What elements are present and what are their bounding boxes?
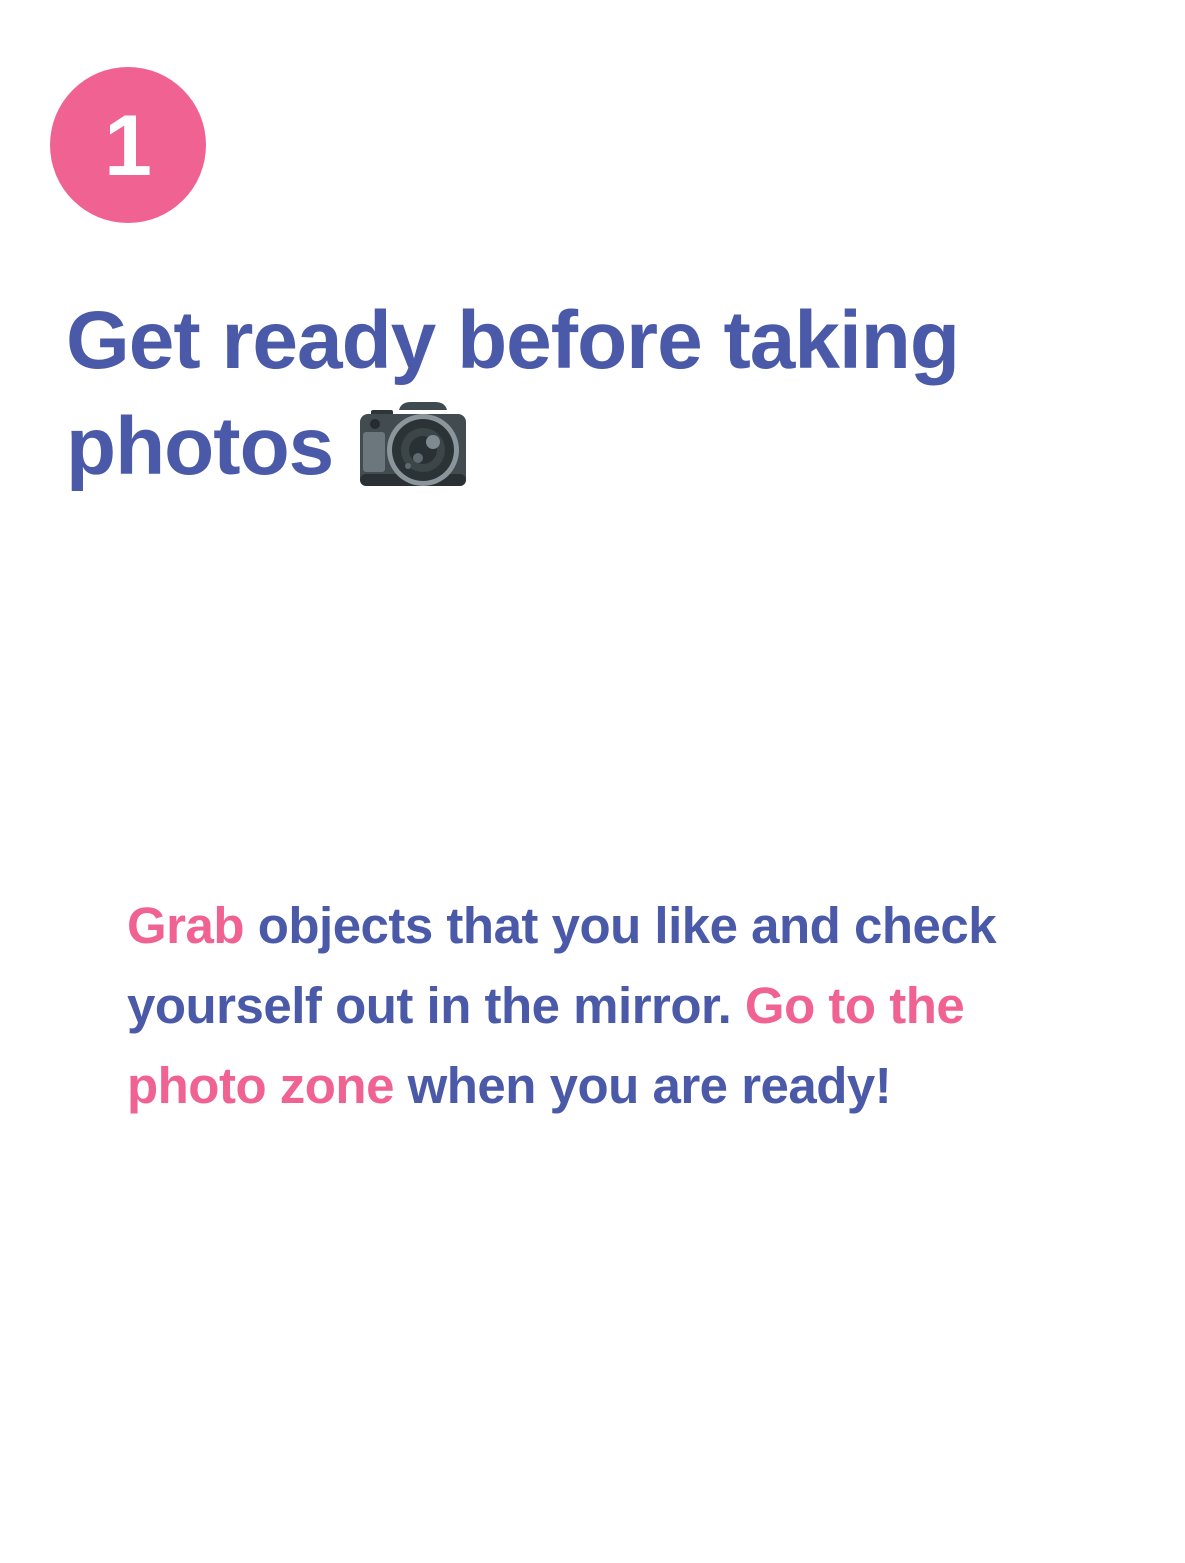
step-number-badge: 1 [50,67,206,223]
instruction-part-2: when you are ready! [393,1057,892,1114]
page-title: Get ready before taking photos [66,288,1106,500]
step-number: 1 [104,98,152,194]
highlight-grab: Grab [127,897,245,954]
title-text: Get ready before taking photos [66,295,960,492]
camera-icon [360,402,467,486]
instruction-text: Grab objects that you like and check you… [127,886,1087,1126]
